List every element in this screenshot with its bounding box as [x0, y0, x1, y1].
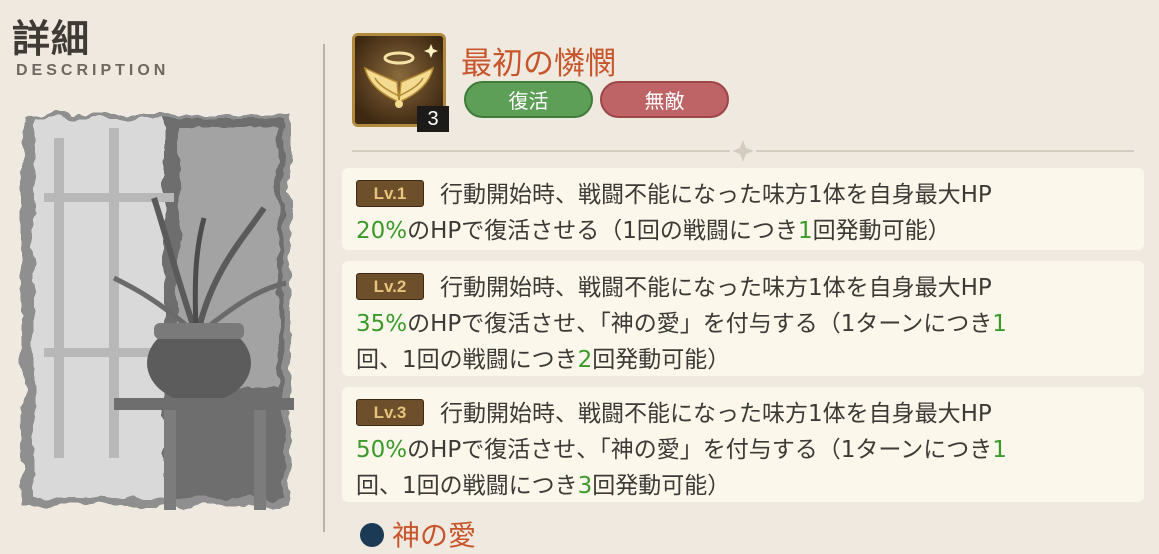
level-box-1: Lv.1 行動開始時、戦闘不能になった味方1体を自身最大HP 20%のHPで復活さ…	[342, 168, 1144, 250]
character-illustration	[22, 114, 294, 510]
level-text: のHPで復活させる（1回の戦闘につき	[407, 218, 798, 244]
level-text-line1: 行動開始時、戦闘不能になった味方1体を自身最大HP	[440, 182, 992, 208]
turn-count-value: 1	[992, 311, 1007, 337]
battle-count-value: 3	[577, 473, 593, 499]
tag-revive: 復活	[464, 81, 593, 118]
percent-value: 35%	[356, 311, 408, 337]
level-badge: Lv.1	[356, 180, 424, 207]
buff-icon	[360, 523, 384, 547]
level-text-tail: 回発動可能）	[592, 347, 731, 373]
level-text-tail: 回発動可能）	[592, 473, 731, 499]
level-text: 回、1回の戦闘につき	[356, 473, 578, 499]
battle-count-value: 2	[577, 347, 593, 373]
next-section-title[interactable]: 神の愛	[360, 514, 476, 554]
level-badge: Lv.2	[356, 273, 424, 300]
level-box-2: Lv.2 行動開始時、戦闘不能になった味方1体を自身最大HP 35%のHPで復活さ…	[342, 261, 1144, 376]
skill-level-badge: 3	[417, 106, 449, 132]
level-text-line1: 行動開始時、戦闘不能になった味方1体を自身最大HP	[440, 401, 992, 427]
level-text: のHPで復活させ、「神の愛」を付与する（1ターンにつき	[407, 437, 993, 463]
level-box-3: Lv.3 行動開始時、戦闘不能になった味方1体を自身最大HP 50%のHPで復活さ…	[342, 387, 1144, 502]
page-title: 詳細	[12, 17, 91, 61]
turn-count-value: 1	[992, 437, 1007, 463]
page-subtitle: DESCRIPTION	[16, 62, 170, 79]
skill-name: 最初の憐憫	[461, 46, 616, 82]
level-text-line1: 行動開始時、戦闘不能になった味方1体を自身最大HP	[440, 275, 992, 301]
percent-value: 50%	[356, 437, 408, 463]
tag-invincible: 無敵	[600, 81, 729, 118]
level-text-tail: 回発動可能）	[812, 218, 951, 244]
level-text: のHPで復活させ、「神の愛」を付与する（1ターンにつき	[407, 311, 993, 337]
percent-value: 20%	[356, 218, 408, 244]
level-text: 回、1回の戦闘につき	[356, 347, 578, 373]
count-value: 1	[797, 218, 813, 244]
next-section-label: 神の愛	[392, 519, 477, 552]
level-badge: Lv.3	[356, 399, 424, 426]
column-divider	[323, 44, 325, 532]
ornament-divider	[352, 140, 1134, 162]
